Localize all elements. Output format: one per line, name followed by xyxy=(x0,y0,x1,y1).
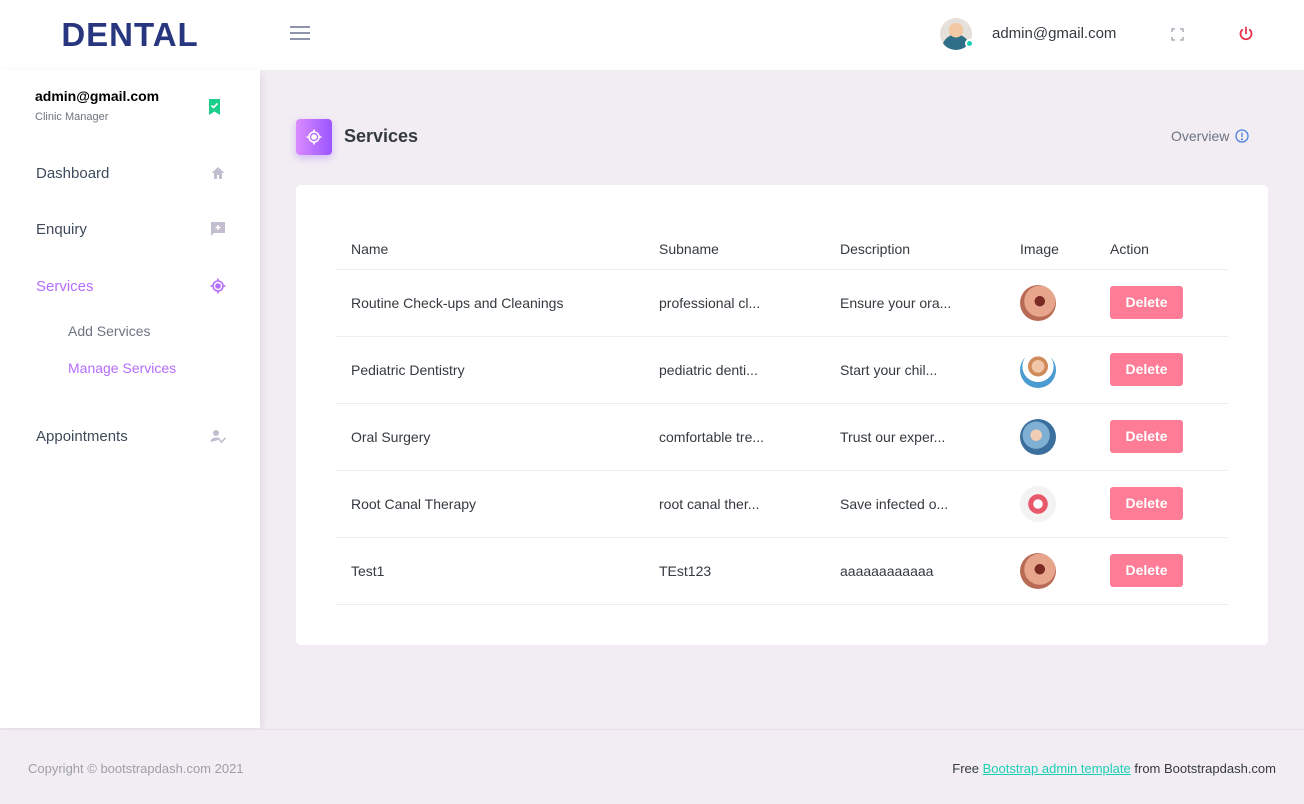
footer-suffix: from Bootstrapdash.com xyxy=(1134,761,1276,776)
page-header-icon xyxy=(296,119,332,155)
delete-button[interactable]: Delete xyxy=(1110,487,1183,520)
service-subname: TEst123 xyxy=(644,537,825,605)
sidebar-item-label: Appointments xyxy=(36,427,128,445)
service-thumbnail xyxy=(1020,418,1056,455)
image-cell xyxy=(1005,336,1095,404)
sidebar-subitem-manage-services[interactable]: Manage Services xyxy=(68,360,176,376)
footer-free-prefix: Free xyxy=(952,761,979,776)
fullscreen-icon[interactable] xyxy=(1171,28,1184,41)
brand-logo[interactable]: DENTAL xyxy=(0,16,260,54)
column-header-subname: Subname xyxy=(644,229,825,270)
bookmark-check-icon xyxy=(209,99,220,115)
service-thumbnail xyxy=(1020,284,1056,321)
sidebar-item-dashboard[interactable]: Dashboard xyxy=(36,162,226,184)
service-description: Trust our exper... xyxy=(825,403,1005,471)
service-subname: comfortable tre... xyxy=(644,403,825,471)
service-description: aaaaaaaaaaaa xyxy=(825,537,1005,605)
service-description: Ensure your ora... xyxy=(825,269,1005,337)
footer-credit: Free Bootstrap admin template from Boots… xyxy=(952,761,1276,776)
overview-label: Overview xyxy=(1171,128,1230,144)
table-row: Oral Surgery comfortable tre... Trust ou… xyxy=(336,403,1228,471)
service-name: Pediatric Dentistry xyxy=(336,336,644,404)
action-cell: Delete xyxy=(1095,537,1228,605)
service-subname: root canal ther... xyxy=(644,470,825,538)
column-header-name: Name xyxy=(336,229,644,270)
menu-toggle-icon[interactable] xyxy=(290,26,310,42)
power-icon[interactable] xyxy=(1238,26,1254,42)
crosshairs-icon xyxy=(306,129,322,145)
table-row: Root Canal Therapy root canal ther... Sa… xyxy=(336,470,1228,538)
footer-copyright: Copyright © bootstrapdash.com 2021 xyxy=(28,761,244,776)
table-header-row: Name Subname Description Image Action xyxy=(336,229,1228,270)
action-cell: Delete xyxy=(1095,336,1228,404)
sidebar-item-enquiry[interactable]: Enquiry xyxy=(36,218,226,240)
sidebar-item-label: Dashboard xyxy=(36,164,110,182)
image-cell xyxy=(1005,537,1095,605)
sidebar-item-appointments[interactable]: Appointments xyxy=(36,425,226,447)
service-description: Start your chil... xyxy=(825,336,1005,404)
column-header-description: Description xyxy=(825,229,1005,270)
service-thumbnail xyxy=(1020,485,1056,522)
delete-button[interactable]: Delete xyxy=(1110,554,1183,587)
delete-button[interactable]: Delete xyxy=(1110,420,1183,453)
delete-button[interactable]: Delete xyxy=(1110,353,1183,386)
user-avatar[interactable] xyxy=(940,18,974,50)
account-check-icon xyxy=(210,430,226,444)
image-cell xyxy=(1005,403,1095,471)
message-plus-icon xyxy=(211,222,225,236)
sidebar: admin@gmail.com Clinic Manager Dashboard… xyxy=(0,70,260,728)
sidebar-subitem-add-services[interactable]: Add Services xyxy=(68,323,150,339)
info-circle-icon xyxy=(1235,129,1250,143)
sidebar-item-label: Enquiry xyxy=(36,220,87,238)
services-card: Name Subname Description Image Action Ro… xyxy=(296,185,1268,645)
profile-role: Clinic Manager xyxy=(35,111,109,123)
image-cell xyxy=(1005,470,1095,538)
profile-name: admin@gmail.com xyxy=(35,88,160,104)
service-name: Oral Surgery xyxy=(336,403,644,471)
services-table: Name Subname Description Image Action Ro… xyxy=(336,229,1228,605)
service-thumbnail xyxy=(1020,552,1056,589)
top-navbar: DENTAL admin@gmail.com xyxy=(0,0,1304,70)
action-cell: Delete xyxy=(1095,269,1228,337)
sidebar-item-label: Services xyxy=(36,277,94,295)
table-row: Test1 TEst123 aaaaaaaaaaaa Delete xyxy=(336,537,1228,605)
footer: Copyright © bootstrapdash.com 2021 Free … xyxy=(0,729,1304,804)
service-subname: professional cl... xyxy=(644,269,825,337)
table-row: Pediatric Dentistry pediatric denti... S… xyxy=(336,336,1228,404)
delete-button[interactable]: Delete xyxy=(1110,286,1183,319)
table-row: Routine Check-ups and Cleanings professi… xyxy=(336,269,1228,337)
service-name: Root Canal Therapy xyxy=(336,470,644,538)
sidebar-profile[interactable]: admin@gmail.com Clinic Manager xyxy=(35,88,159,123)
image-cell xyxy=(1005,269,1095,337)
crosshairs-icon xyxy=(210,278,226,294)
user-email[interactable]: admin@gmail.com xyxy=(992,25,1116,42)
overview-link[interactable]: Overview xyxy=(1171,128,1250,144)
action-cell: Delete xyxy=(1095,403,1228,471)
home-icon xyxy=(211,167,225,179)
service-description: Save infected o... xyxy=(825,470,1005,538)
service-name: Routine Check-ups and Cleanings xyxy=(336,269,644,337)
sidebar-item-services[interactable]: Services xyxy=(36,275,226,297)
column-header-action: Action xyxy=(1095,229,1228,270)
service-subname: pediatric denti... xyxy=(644,336,825,404)
service-name: Test1 xyxy=(336,537,644,605)
service-thumbnail xyxy=(1020,351,1056,388)
page-title: Services xyxy=(344,126,419,146)
online-status-dot xyxy=(965,39,974,48)
footer-template-link[interactable]: Bootstrap admin template xyxy=(983,761,1131,776)
column-header-image: Image xyxy=(1005,229,1095,270)
action-cell: Delete xyxy=(1095,470,1228,538)
